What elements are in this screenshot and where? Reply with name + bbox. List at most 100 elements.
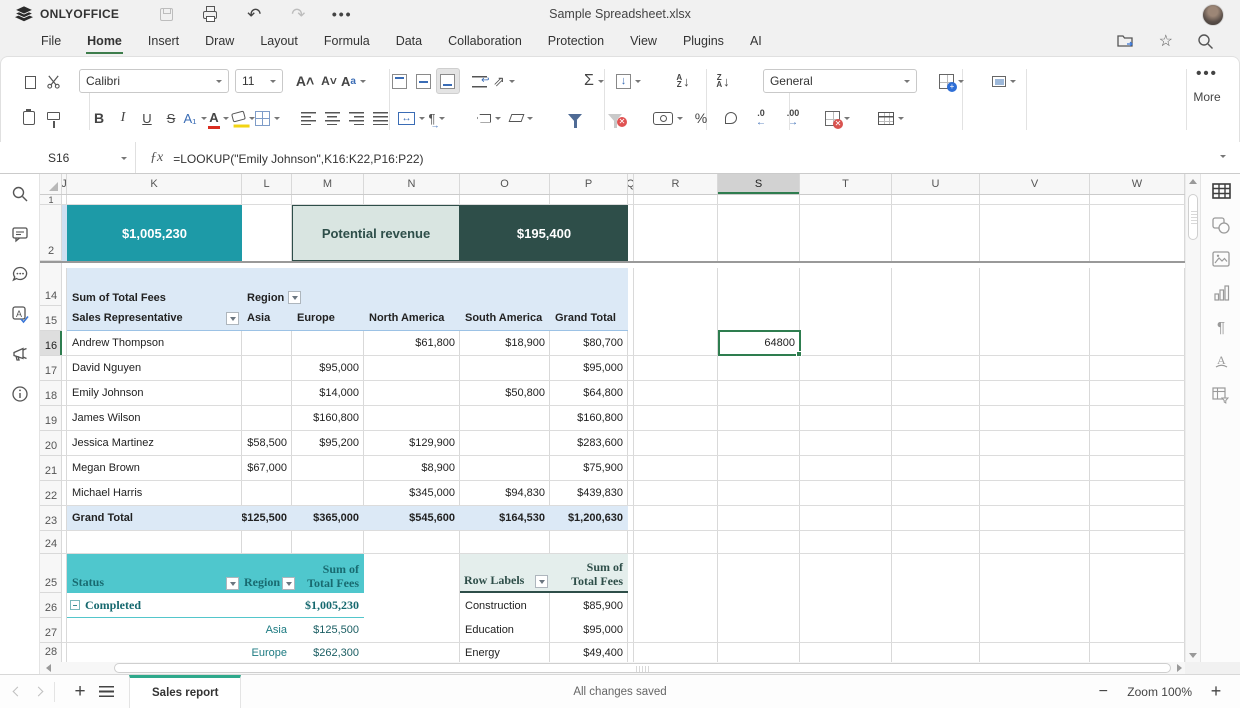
- row-header[interactable]: 18: [40, 381, 62, 406]
- clear-filter-icon[interactable]: [603, 105, 627, 131]
- menu-ai[interactable]: AI: [737, 29, 775, 55]
- cell[interactable]: [460, 356, 550, 380]
- cell[interactable]: [364, 618, 460, 642]
- col-header[interactable]: W: [1090, 174, 1185, 194]
- pivot-col-header[interactable]: South America: [460, 306, 550, 330]
- accounting-style-icon[interactable]: [653, 105, 683, 131]
- cell[interactable]: [460, 406, 550, 430]
- cell[interactable]: $94,830: [460, 481, 550, 505]
- col-header[interactable]: R: [634, 174, 718, 194]
- row-header[interactable]: 21: [40, 456, 62, 481]
- filter-button[interactable]: [288, 291, 302, 304]
- cell[interactable]: James Wilson: [67, 406, 242, 430]
- col-header-selected[interactable]: S: [718, 174, 800, 194]
- horizontal-scrollbar[interactable]: [40, 662, 1185, 674]
- pivot-row-field-cell[interactable]: Sales Representative: [67, 306, 242, 330]
- col-header[interactable]: P: [550, 174, 628, 194]
- col-header[interactable]: N: [364, 174, 460, 194]
- increase-font-icon[interactable]: A˄: [293, 68, 317, 94]
- row-header[interactable]: 2: [40, 205, 62, 261]
- cell[interactable]: Construction: [460, 593, 550, 618]
- wrap-text-icon[interactable]: [468, 68, 492, 94]
- cell[interactable]: Asia: [242, 618, 292, 642]
- align-middle-icon[interactable]: [412, 68, 436, 94]
- cell[interactable]: [364, 381, 460, 405]
- collapse-group-icon[interactable]: [70, 600, 80, 610]
- add-sheet-icon[interactable]: [67, 679, 93, 705]
- cell[interactable]: [364, 554, 460, 593]
- underline-icon[interactable]: [135, 105, 159, 131]
- increase-decimal-icon[interactable]: .00 →: [781, 105, 805, 131]
- copy-icon[interactable]: [17, 68, 42, 94]
- menu-collaboration[interactable]: Collaboration: [435, 29, 535, 55]
- align-top-icon[interactable]: [388, 68, 412, 94]
- cell[interactable]: [292, 481, 364, 505]
- paste-icon[interactable]: [17, 105, 41, 131]
- pivot-col-header[interactable]: Grand Total: [550, 306, 628, 330]
- col-header[interactable]: M: [292, 174, 364, 194]
- pivot-col-header[interactable]: Asia: [242, 306, 292, 330]
- format-as-table-icon[interactable]: [878, 105, 904, 131]
- kpi-label-cell[interactable]: Potential revenue: [292, 205, 460, 261]
- scroll-up-icon[interactable]: [1188, 176, 1198, 186]
- feedback-icon[interactable]: [0, 334, 40, 374]
- cell[interactable]: $75,900: [550, 456, 628, 480]
- cell[interactable]: $64,800: [550, 381, 628, 405]
- align-bottom-icon[interactable]: [435, 68, 460, 94]
- cut-icon[interactable]: [41, 68, 65, 94]
- pivot-settings-icon[interactable]: [1201, 378, 1240, 412]
- scroll-down-icon[interactable]: [1188, 650, 1198, 660]
- row-header[interactable]: 14: [40, 268, 62, 306]
- name-box-chevron-icon[interactable]: [121, 156, 127, 163]
- open-file-location-icon[interactable]: [1117, 33, 1135, 49]
- filter-icon[interactable]: [563, 105, 587, 131]
- grand-total-cell[interactable]: Grand Total: [67, 506, 242, 530]
- row-header[interactable]: 15: [40, 306, 62, 331]
- row-header[interactable]: 26: [40, 593, 62, 618]
- formula-bar-collapse-icon[interactable]: [1220, 154, 1226, 161]
- favorites-icon[interactable]: ☆: [1159, 31, 1173, 51]
- cell[interactable]: $283,600: [550, 431, 628, 455]
- cell[interactable]: Jessica Martinez: [67, 431, 242, 455]
- cell[interactable]: $125,500: [242, 506, 292, 530]
- menu-view[interactable]: View: [617, 29, 670, 55]
- menu-layout[interactable]: Layout: [247, 29, 311, 55]
- font-size-select[interactable]: 11: [235, 69, 283, 93]
- undo-icon[interactable]: ↶: [243, 4, 265, 24]
- delete-cells-icon[interactable]: ✕: [825, 105, 850, 131]
- zoom-out-icon[interactable]: [1093, 682, 1113, 702]
- menu-file[interactable]: File: [28, 29, 74, 55]
- next-sheet-icon[interactable]: [33, 686, 44, 697]
- row-header[interactable]: 22: [40, 481, 62, 506]
- font-color-icon[interactable]: [207, 105, 231, 131]
- prev-sheet-icon[interactable]: [12, 686, 23, 697]
- cell[interactable]: [364, 406, 460, 430]
- cell[interactable]: $545,600: [364, 506, 460, 530]
- cell[interactable]: $262,300: [292, 643, 364, 662]
- sheet-list-icon[interactable]: [93, 679, 119, 705]
- about-icon[interactable]: [0, 374, 40, 414]
- cell[interactable]: $345,000: [364, 481, 460, 505]
- insert-cells-icon[interactable]: +: [938, 68, 964, 94]
- row-header-selected[interactable]: 16: [40, 331, 62, 356]
- cell[interactable]: Education: [460, 618, 550, 642]
- find-icon[interactable]: [0, 174, 40, 214]
- row-header[interactable]: 23: [40, 506, 62, 531]
- select-all-corner[interactable]: [40, 174, 62, 194]
- cell[interactable]: $95,000: [292, 356, 364, 380]
- cell[interactable]: $160,800: [550, 406, 628, 430]
- row-header[interactable]: 27: [40, 618, 62, 643]
- industry-pivot-header[interactable]: Row Labels Sum of Total Fees: [460, 554, 628, 593]
- row-header[interactable]: 25: [40, 554, 62, 593]
- status-pivot-header[interactable]: Status Region Sum of Total Fees: [67, 554, 364, 593]
- row-header[interactable]: 19: [40, 406, 62, 431]
- cell[interactable]: $95,000: [550, 618, 628, 642]
- align-center-icon[interactable]: [320, 105, 344, 131]
- scroll-left-icon[interactable]: [42, 663, 54, 673]
- cell[interactable]: $85,900: [550, 593, 628, 618]
- filter-button[interactable]: [226, 311, 239, 325]
- cell[interactable]: $125,500: [292, 618, 364, 642]
- redo-icon[interactable]: ↷: [287, 4, 309, 24]
- pivot-col-header[interactable]: Europe: [292, 306, 364, 330]
- col-header[interactable]: U: [892, 174, 980, 194]
